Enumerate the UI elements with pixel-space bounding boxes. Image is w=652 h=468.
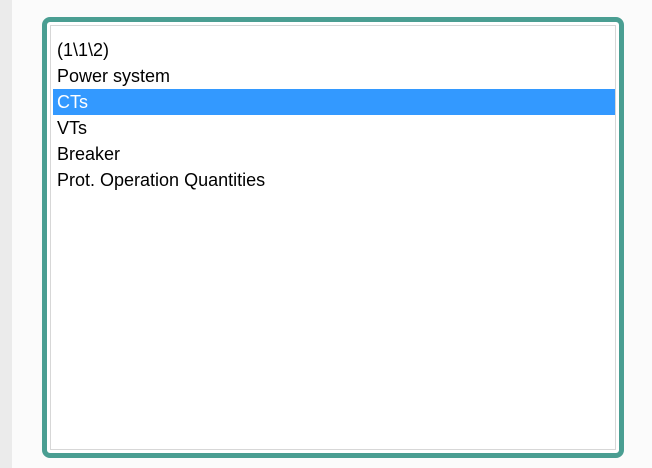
list-item-power-system[interactable]: Power system — [53, 63, 615, 89]
list-item-cts[interactable]: CTs — [53, 89, 615, 115]
list-item-topology-path[interactable]: (1\1\2) — [53, 37, 615, 63]
list-item-vts[interactable]: VTs — [53, 115, 615, 141]
list-item-prot-operation-quantities[interactable]: Prot. Operation Quantities — [53, 167, 615, 193]
list-item-breaker[interactable]: Breaker — [53, 141, 615, 167]
window-edge — [0, 0, 12, 468]
settings-category-listbox[interactable]: (1\1\2) Power system CTs VTs Breaker Pro… — [50, 25, 616, 450]
listbox-highlight-frame: (1\1\2) Power system CTs VTs Breaker Pro… — [42, 17, 624, 458]
category-list: (1\1\2) Power system CTs VTs Breaker Pro… — [51, 37, 615, 193]
settings-panel: (1\1\2) Power system CTs VTs Breaker Pro… — [12, 0, 652, 468]
